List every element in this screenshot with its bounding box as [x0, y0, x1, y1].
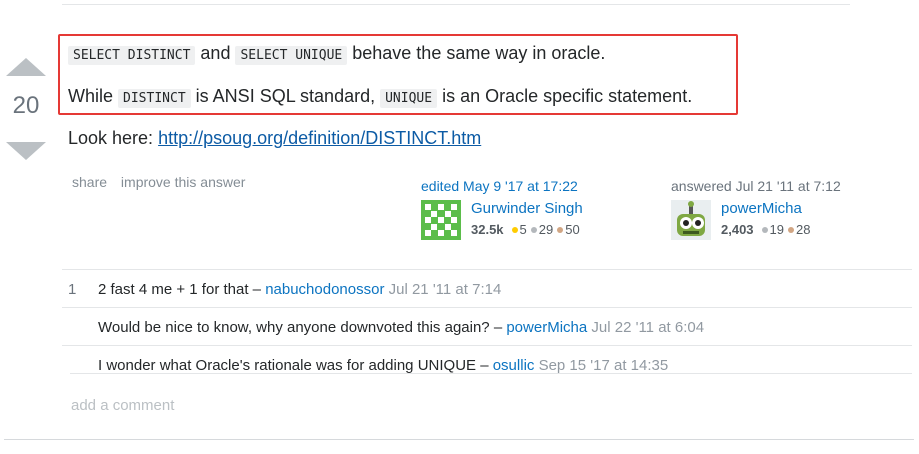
author-signature: answered Jul 21 '11 at 7:12 powerMicha 2… — [671, 178, 841, 240]
silver-badge-icon — [761, 227, 768, 233]
text-while: While — [68, 86, 114, 106]
comment-body: I wonder what Oracle's rationale was for… — [98, 357, 668, 374]
comment-date[interactable]: Sep 15 '17 at 14:35 — [539, 357, 669, 374]
vote-count: 20 — [12, 92, 40, 119]
code-distinct: DISTINCT — [118, 89, 191, 108]
editor-stats: 32.5k 5 29 50 — [471, 222, 583, 237]
robot-avatar-icon[interactable] — [671, 200, 711, 240]
answer-line-2: While DISTINCT is ANSI SQL standard, UNI… — [68, 84, 692, 111]
text-behave: behave the same way in oracle. — [352, 43, 606, 63]
comment-date[interactable]: Jul 21 '11 at 7:14 — [389, 281, 502, 298]
upvote-arrow-icon[interactable] — [6, 58, 46, 76]
editor-details: Gurwinder Singh 32.5k 5 29 50 — [471, 200, 583, 237]
comment-item: 1 2 fast 4 me + 1 for that – nabuchodono… — [62, 269, 912, 307]
text-oracle-specific: is an Oracle specific statement. — [442, 86, 693, 106]
code-unique: UNIQUE — [380, 89, 438, 108]
code-select-distinct: SELECT DISTINCT — [68, 46, 196, 65]
improve-answer-link[interactable]: improve this answer — [121, 174, 246, 190]
author-silver-count: 19 — [769, 222, 785, 237]
editor-name[interactable]: Gurwinder Singh — [471, 200, 583, 217]
author-stats: 2,403 19 28 — [721, 222, 810, 237]
identicon-avatar-icon[interactable] — [421, 200, 461, 240]
answered-timestamp: answered Jul 21 '11 at 7:12 — [671, 178, 841, 194]
comment-item: I wonder what Oracle's rationale was for… — [62, 345, 912, 383]
editor-reputation: 32.5k — [471, 222, 504, 237]
bronze-badge-icon — [557, 227, 564, 233]
editor-bronze-count: 50 — [565, 222, 580, 237]
comment-score: 1 — [68, 281, 77, 298]
top-divider — [62, 4, 850, 5]
comment-user[interactable]: nabuchodonossor — [265, 281, 384, 298]
author-name[interactable]: powerMicha — [721, 200, 810, 217]
share-link[interactable]: share — [72, 174, 107, 190]
downvote-arrow-icon[interactable] — [6, 142, 46, 160]
add-comment-link[interactable]: add a comment — [71, 397, 174, 414]
text-ansi: is ANSI SQL standard, — [195, 86, 376, 106]
bronze-badge-icon — [788, 227, 795, 233]
comment-text: Would be nice to know, why anyone downvo… — [98, 319, 503, 336]
silver-badge-icon — [530, 227, 537, 233]
gold-badge-icon — [511, 227, 518, 233]
edited-timestamp[interactable]: edited May 9 '17 at 17:22 — [421, 178, 578, 194]
comment-body: Would be nice to know, why anyone downvo… — [98, 319, 704, 336]
editor-silver-count: 29 — [538, 222, 554, 237]
comment-date[interactable]: Jul 22 '11 at 6:04 — [591, 319, 704, 336]
comment-body: 2 fast 4 me + 1 for that – nabuchodonoss… — [98, 281, 501, 298]
author-details: powerMicha 2,403 19 28 — [721, 200, 810, 237]
author-reputation: 2,403 — [721, 222, 754, 237]
comments-list: 1 2 fast 4 me + 1 for that – nabuchodono… — [62, 269, 912, 383]
comment-user[interactable]: powerMicha — [506, 319, 587, 336]
text-look-here: Look here: — [68, 128, 154, 148]
comments-divider — [70, 373, 912, 374]
editor-gold-count: 5 — [519, 222, 527, 237]
reference-link[interactable]: http://psoug.org/definition/DISTINCT.htm — [158, 128, 481, 148]
bottom-divider — [4, 439, 914, 440]
text-and: and — [200, 43, 231, 63]
comment-item: Would be nice to know, why anyone downvo… — [62, 307, 912, 345]
answer-line-3: Look here: http://psoug.org/definition/D… — [68, 126, 481, 150]
code-select-unique: SELECT UNIQUE — [235, 46, 348, 65]
editor-signature: edited May 9 '17 at 17:22 Gurwinder Sing… — [421, 178, 583, 240]
answer-line-1: SELECT DISTINCT and SELECT UNIQUE behave… — [68, 41, 605, 68]
comment-user[interactable]: osullic — [493, 357, 535, 374]
comment-text: 2 fast 4 me + 1 for that – — [98, 281, 262, 298]
comment-text: I wonder what Oracle's rationale was for… — [98, 357, 489, 374]
post-menu: share improve this answer — [72, 174, 255, 190]
author-bronze-count: 28 — [796, 222, 811, 237]
